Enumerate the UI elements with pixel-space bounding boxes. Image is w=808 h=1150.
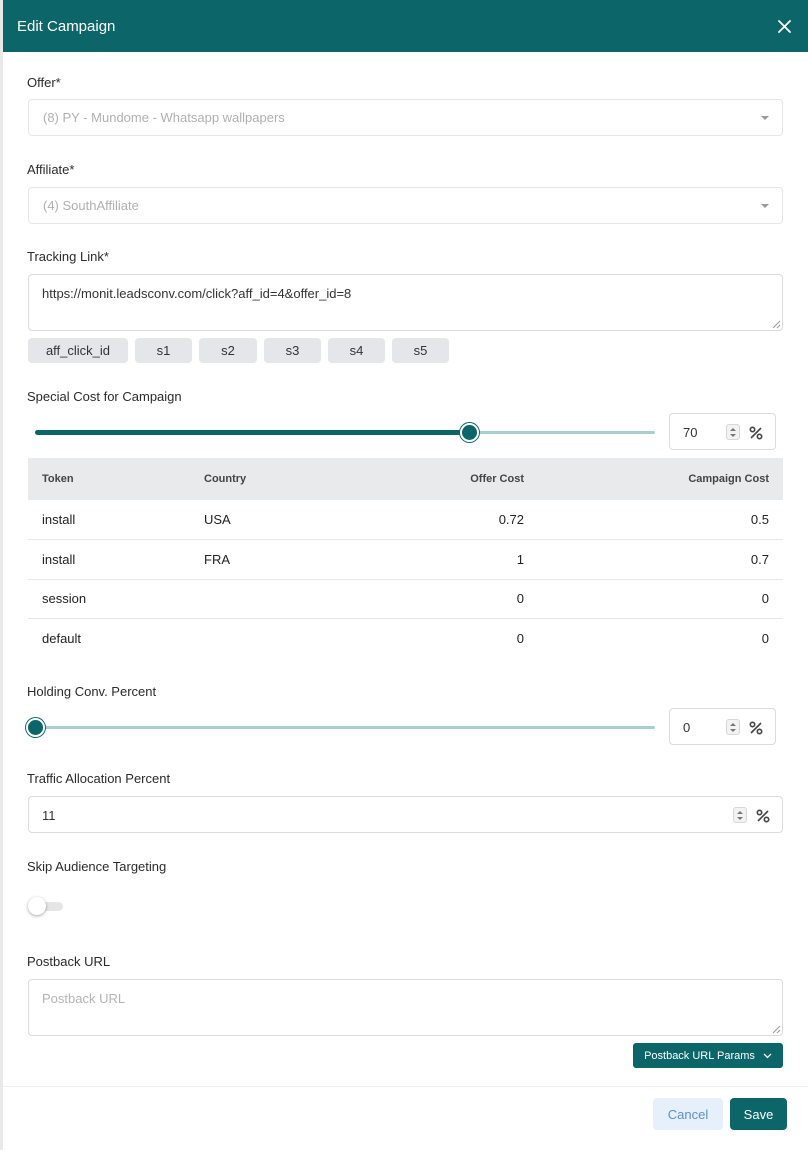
token-cell: session [28,579,190,620]
tracking-link-input[interactable]: https://monit.leadsconv.com/click?aff_id… [28,274,783,331]
column-header-country: Country [190,458,360,500]
table-row: session 0 0 [28,579,783,620]
campaign-cost-cell: 0.7 [538,539,783,580]
edit-campaign-modal: Edit Campaign Offer* (8) PY - Mundome - … [3,0,808,1150]
token-cell: install [28,500,190,541]
holding-conv-input[interactable]: 0 [669,708,776,745]
token-chip-s5[interactable]: s5 [392,338,449,363]
table-row: default 0 0 [28,619,783,659]
column-header-offer-cost: Offer Cost [360,458,538,500]
column-header-token: Token [28,458,190,500]
affiliate-select[interactable]: (4) SouthAffiliate [28,187,783,224]
slider-thumb[interactable] [460,423,479,442]
postback-url-params-button[interactable]: Postback URL Params [633,1043,783,1068]
stepper-icon[interactable] [733,807,747,823]
postback-url-input[interactable]: Postback URL [28,979,783,1036]
country-cell: USA [190,500,360,541]
offer-select[interactable]: (8) PY - Mundome - Whatsapp wallpapers [28,99,783,136]
country-cell: FRA [190,539,360,580]
token-chip-aff-click-id[interactable]: aff_click_id [28,338,128,363]
resize-handle-icon[interactable] [772,1025,781,1034]
holding-conv-value: 0 [683,720,691,735]
tracking-link-value: https://monit.leadsconv.com/click?aff_id… [42,286,352,301]
token-cell: default [42,631,82,647]
slider-track [35,726,655,729]
skip-audience-label: Skip Audience Targeting [27,859,167,874]
special-cost-input[interactable]: 70 [669,413,776,450]
slider-thumb[interactable] [26,718,45,737]
column-header-campaign-cost: Campaign Cost [538,458,783,500]
chevron-down-icon [761,204,769,208]
resize-handle-icon[interactable] [772,320,781,329]
modal-header: Edit Campaign [3,0,808,52]
campaign-cost-cell: 0.5 [538,500,783,541]
offer-cost-cell: 1 [360,539,538,580]
campaign-cost-cell: 0 [538,579,783,620]
save-button[interactable]: Save [730,1098,787,1130]
campaign-cost-cell: 0 [761,631,769,647]
stepper-icon[interactable] [726,719,740,735]
table-row: install USA 0.72 0.5 [28,500,783,541]
traffic-allocation-input[interactable]: 11 [28,796,783,833]
affiliate-label: Affiliate* [27,162,75,177]
affiliate-select-value: (4) SouthAffiliate [43,198,139,213]
special-cost-slider[interactable] [35,422,655,442]
skip-audience-toggle[interactable] [28,897,63,915]
special-cost-value: 70 [683,425,698,440]
holding-conv-label: Holding Conv. Percent [27,684,157,699]
slider-fill [35,430,469,435]
traffic-allocation-value: 11 [42,808,56,823]
offer-select-value: (8) PY - Mundome - Whatsapp wallpapers [43,110,285,125]
token-chip-s2[interactable]: s2 [199,338,257,363]
table-row: install FRA 1 0.7 [28,539,783,580]
country-cell [190,579,360,620]
tracking-link-label: Tracking Link* [27,249,109,264]
toggle-knob[interactable] [28,897,46,915]
token-chip-s4[interactable]: s4 [328,338,385,363]
offer-cost-cell: 0 [516,631,524,647]
postback-url-label: Postback URL [27,954,111,969]
percent-icon [756,809,770,823]
modal-title: Edit Campaign [17,17,116,35]
chevron-down-icon [763,1053,772,1058]
cancel-button[interactable]: Cancel [653,1098,723,1130]
special-cost-label: Special Cost for Campaign [27,389,182,404]
token-cell: install [28,539,190,580]
holding-conv-slider[interactable] [26,717,655,737]
token-chip-s1[interactable]: s1 [135,338,192,363]
cost-table: Token Country Offer Cost Campaign Cost i… [28,458,783,658]
postback-url-placeholder: Postback URL [42,991,126,1006]
percent-icon [749,721,763,735]
stepper-icon[interactable] [726,424,740,440]
offer-cost-cell: 0.72 [360,500,538,541]
footer-divider [3,1086,808,1087]
close-icon[interactable] [774,16,794,36]
offer-cost-cell: 0 [360,579,538,620]
table-header-row: Token Country Offer Cost Campaign Cost [28,458,783,500]
offer-label: Offer* [27,75,61,90]
token-chip-s3[interactable]: s3 [264,338,321,363]
postback-url-params-label: Postback URL Params [644,1049,755,1062]
country-cell [190,619,360,659]
chevron-down-icon [761,116,769,120]
tracking-token-chips: aff_click_id s1 s2 s3 s4 s5 [28,338,449,363]
percent-icon [749,426,763,440]
traffic-allocation-label: Traffic Allocation Percent [27,771,171,786]
